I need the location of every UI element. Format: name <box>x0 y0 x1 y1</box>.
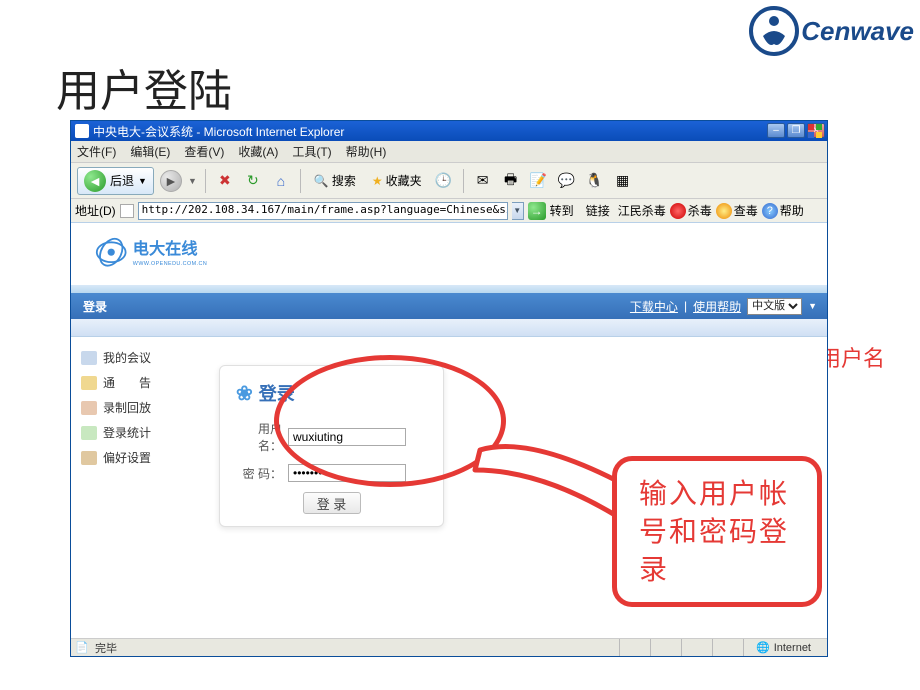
prefs-icon <box>81 451 97 465</box>
cenwave-text: Cenwave <box>801 16 914 47</box>
address-dropdown[interactable]: ▼ <box>512 202 524 220</box>
home-button[interactable]: ⌂ <box>270 170 292 192</box>
favorites-label: 收藏夹 <box>386 172 422 189</box>
stop-button[interactable]: ✖ <box>214 170 236 192</box>
sidebar-item-playback[interactable]: 录制回放 <box>79 395 189 420</box>
playback-icon <box>81 401 97 415</box>
menu-view[interactable]: 查看(V) <box>184 143 224 160</box>
login-title: ❀ 登录 <box>236 380 427 406</box>
sidebar-item-stats[interactable]: 登录统计 <box>79 420 189 445</box>
globe-icon: 🌐 <box>756 641 770 654</box>
cenwave-icon <box>749 6 799 56</box>
edit-button[interactable]: 📝 <box>528 170 550 192</box>
refresh-button[interactable]: ↻ <box>242 170 264 192</box>
ie-toolbar: ◄ 后退 ▼ ► ▼ ✖ ↻ ⌂ 🔍搜索 ★收藏夹 🕒 ✉ 🖶 📝 💬 🐧 ▦ <box>71 163 827 199</box>
callout-box: 输入用户帐号和密码登录 <box>612 456 822 607</box>
callout-text: 输入用户帐号和密码登录 <box>639 475 795 588</box>
links-label: 链接 <box>586 202 610 219</box>
help-link[interactable]: ? 帮助 <box>762 202 804 219</box>
jiangmin-link[interactable]: 江民杀毒 <box>618 202 666 219</box>
username-input[interactable] <box>288 428 406 446</box>
qq-button[interactable]: 🐧 <box>584 170 606 192</box>
slide-title: 用户登陆 <box>56 55 232 119</box>
address-label: 地址(D) <box>75 202 116 219</box>
language-select[interactable]: 中文版 <box>747 298 802 315</box>
nav-download[interactable]: 下载中心 <box>630 298 678 315</box>
ie-statusbar: 📄 完毕 🌐 Internet <box>71 638 827 656</box>
login-panel: ❀ 登录 用户名： 密 码： 登 录 <box>219 365 444 527</box>
status-page-icon: 📄 <box>75 641 89 655</box>
chadu-link[interactable]: 查毒 <box>716 202 758 219</box>
windows-logo-icon <box>807 123 823 139</box>
back-arrow-icon: ◄ <box>84 170 106 192</box>
maximize-button[interactable]: ❐ <box>787 123 805 138</box>
nav-title: 登录 <box>83 298 107 315</box>
ie-app-icon <box>75 124 89 138</box>
menu-favorites[interactable]: 收藏(A) <box>238 143 278 160</box>
help-icon: ? <box>762 203 778 219</box>
menu-tools[interactable]: 工具(T) <box>292 143 331 160</box>
minimize-button[interactable]: – <box>767 123 785 138</box>
paw-icon: ❀ <box>236 381 253 406</box>
history-button[interactable]: 🕒 <box>433 170 455 192</box>
site-navbar: 登录 下载中心 | 使用帮助 中文版 ▼ <box>71 293 827 319</box>
ie-titlebar: 中央电大-会议系统 - Microsoft Internet Explorer … <box>71 121 827 141</box>
menu-edit[interactable]: 编辑(E) <box>130 143 170 160</box>
sidebar-item-notice[interactable]: 通 告 <box>79 370 189 395</box>
extra-button[interactable]: ▦ <box>612 170 634 192</box>
page-icon <box>120 204 134 218</box>
menu-help[interactable]: 帮助(H) <box>346 143 387 160</box>
svg-text:电大在线: 电大在线 <box>133 239 198 258</box>
menu-file[interactable]: 文件(F) <box>77 143 116 160</box>
svg-text:WWW.OPENEDU.COM.CN: WWW.OPENEDU.COM.CN <box>133 261 207 267</box>
site-logo: 电大在线 WWW.OPENEDU.COM.CN <box>85 236 285 272</box>
search-button[interactable]: 🔍搜索 <box>309 169 361 192</box>
back-button[interactable]: ◄ 后退 ▼ <box>77 167 154 195</box>
ie-window-title: 中央电大-会议系统 - Microsoft Internet Explorer <box>93 123 344 140</box>
site-header: 电大在线 WWW.OPENEDU.COM.CN <box>71 223 827 285</box>
ie-menubar: 文件(F) 编辑(E) 查看(V) 收藏(A) 工具(T) 帮助(H) <box>71 141 827 163</box>
username-label: 用户名： <box>236 420 282 454</box>
mail-button[interactable]: ✉ <box>472 170 494 192</box>
login-button[interactable]: 登 录 <box>303 492 361 514</box>
nav-help[interactable]: 使用帮助 <box>693 298 741 315</box>
password-label: 密 码： <box>236 465 282 482</box>
notice-icon <box>81 376 97 390</box>
address-input[interactable]: http://202.108.34.167/main/frame.asp?lan… <box>138 202 508 220</box>
status-done: 完毕 <box>95 640 117 656</box>
password-input[interactable] <box>288 464 406 482</box>
status-zone: 🌐 Internet <box>743 639 823 656</box>
ie-addressbar: 地址(D) http://202.108.34.167/main/frame.a… <box>71 199 827 223</box>
virus-icon <box>670 203 686 219</box>
print-button[interactable]: 🖶 <box>500 170 522 192</box>
stats-icon <box>81 426 97 440</box>
sidebar-item-meetings[interactable]: 我的会议 <box>79 345 189 370</box>
scan-icon <box>716 203 732 219</box>
back-label: 后退 <box>110 172 134 189</box>
forward-button[interactable]: ► <box>160 170 182 192</box>
msn-button[interactable]: 💬 <box>556 170 578 192</box>
sidebar-item-prefs[interactable]: 偏好设置 <box>79 445 189 470</box>
favorites-button[interactable]: ★收藏夹 <box>367 169 427 192</box>
shadu-link[interactable]: 杀毒 <box>670 202 712 219</box>
go-button[interactable]: → <box>528 202 546 220</box>
search-label: 搜索 <box>332 172 356 189</box>
cenwave-logo: Cenwave <box>749 6 914 56</box>
go-label: 转到 <box>550 202 574 219</box>
sidebar: 我的会议 通 告 录制回放 登录统计 偏好设置 <box>71 337 189 651</box>
meetings-icon <box>81 351 97 365</box>
